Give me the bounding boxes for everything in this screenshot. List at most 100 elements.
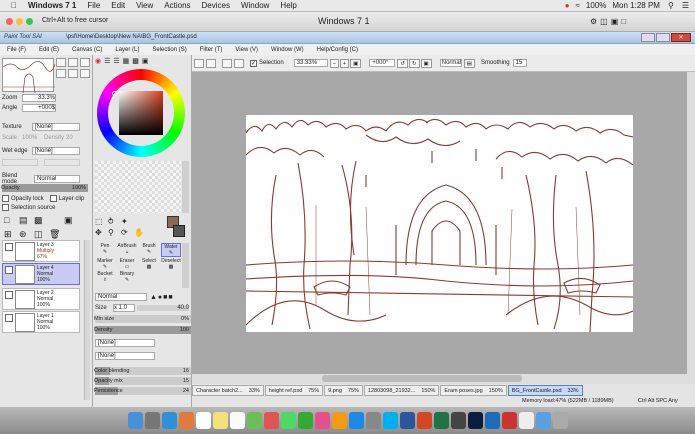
- layer-clip-checkbox[interactable]: [49, 195, 57, 202]
- skype-icon[interactable]: [382, 412, 398, 429]
- reminders-icon[interactable]: [229, 412, 245, 429]
- menu-file[interactable]: File: [87, 1, 100, 10]
- brush-airbrush[interactable]: AirBrush ▵: [117, 243, 137, 257]
- tab-eram-poses[interactable]: Eram poses.jpg 150%: [440, 385, 507, 396]
- new-folder-icon[interactable]: ▩: [34, 215, 46, 226]
- mode-select[interactable]: Normal: [439, 59, 462, 67]
- saturation-value-square[interactable]: [119, 91, 163, 135]
- layer-row[interactable]: Layer 3 Multiply 67%: [2, 240, 80, 262]
- rgb-slider-icon[interactable]: ☰: [104, 57, 110, 65]
- app-menu-title[interactable]: Windows 7 1: [28, 1, 76, 10]
- visibility-toggle[interactable]: [5, 266, 13, 274]
- window-minimize-button[interactable]: [641, 33, 655, 42]
- new-layer-icon[interactable]: □: [4, 215, 16, 226]
- rotation-field[interactable]: +000°: [369, 59, 396, 67]
- wifi-icon[interactable]: ≈: [576, 1, 580, 10]
- tab-9-png[interactable]: 9.png 75%: [324, 385, 363, 396]
- sai-menu-selection[interactable]: Selection (S): [152, 47, 186, 53]
- appstore-icon[interactable]: [348, 412, 364, 429]
- preferences-icon[interactable]: [365, 412, 381, 429]
- sai-menu-file[interactable]: File (F): [7, 47, 26, 53]
- downloads-icon[interactable]: [535, 412, 551, 429]
- layer-opacity-slider[interactable]: Opacity 100%: [1, 184, 88, 192]
- rotate-left-button[interactable]: ↺: [397, 58, 408, 68]
- selection-source-checkbox[interactable]: [2, 204, 9, 211]
- zoom-reset-button[interactable]: ▣: [350, 58, 362, 68]
- record-icon[interactable]: ●: [565, 1, 570, 10]
- lasso-icon[interactable]: ⥁: [108, 217, 119, 226]
- canvas-paper[interactable]: [246, 115, 633, 332]
- word-icon[interactable]: [399, 412, 415, 429]
- close-dot[interactable]: [6, 18, 13, 25]
- brush-select[interactable]: Select ▩: [139, 258, 159, 270]
- zoom-field[interactable]: 33.33%: [293, 59, 328, 67]
- excel-icon[interactable]: [433, 412, 449, 429]
- merge-down-icon[interactable]: ⊛: [19, 229, 31, 240]
- brush-shape-icons[interactable]: ▲●■■: [150, 294, 174, 301]
- tab-height-ref[interactable]: height ref.psd 75%: [264, 385, 324, 396]
- menu-edit[interactable]: Edit: [111, 1, 125, 10]
- opacity-lock-checkbox[interactable]: [2, 195, 9, 202]
- layer-row[interactable]: Layer 2 Normal 100%: [2, 288, 80, 310]
- clear-layer-icon[interactable]: ◫: [34, 229, 46, 240]
- min-size-slider[interactable]: Min size 0%: [94, 315, 191, 323]
- vertical-scrollbar[interactable]: [687, 72, 695, 374]
- brush-texture-select[interactable]: [None]: [95, 352, 155, 360]
- trash-icon[interactable]: 🗑: [49, 229, 61, 240]
- new-linework-layer-icon[interactable]: ▤: [19, 215, 31, 226]
- sai-menu-view[interactable]: View (V): [235, 47, 258, 53]
- brush-grid-scrollbar[interactable]: [182, 243, 189, 288]
- nav-zoom-out-button[interactable]: [68, 58, 78, 67]
- invert-selection-button[interactable]: [234, 58, 244, 68]
- layer-scrollbar[interactable]: [84, 240, 90, 400]
- canvas-area[interactable]: [192, 72, 695, 374]
- layer-mask-icon[interactable]: ▣: [64, 215, 76, 226]
- launchpad-icon[interactable]: [144, 412, 160, 429]
- horizontal-scrollbar[interactable]: [192, 374, 695, 384]
- menu-window[interactable]: Window: [241, 1, 269, 10]
- document-icon[interactable]: [518, 412, 534, 429]
- photos-icon[interactable]: [178, 412, 194, 429]
- color-blending-slider[interactable]: Color blending 16: [94, 367, 191, 375]
- swatch-icon[interactable]: ▩: [132, 57, 139, 65]
- zoom-out-button[interactable]: −: [329, 58, 339, 68]
- maps-icon[interactable]: [246, 412, 262, 429]
- angle-value[interactable]: +000$: [22, 104, 56, 112]
- rotate-right-button[interactable]: ↻: [408, 58, 420, 68]
- layer-row-selected[interactable]: Layer 4 Normal 100%: [2, 263, 80, 285]
- messages-icon[interactable]: [280, 412, 296, 429]
- opacity-mix-slider[interactable]: Opacity mix 15: [94, 377, 191, 385]
- list-icon[interactable]: ☰: [682, 1, 689, 10]
- size-multiplier[interactable]: x 1.0: [113, 304, 135, 312]
- redo-button[interactable]: [206, 58, 216, 68]
- flip-button[interactable]: ▤: [463, 58, 475, 68]
- photoshop-icon[interactable]: [467, 412, 483, 429]
- safari-icon[interactable]: [161, 412, 177, 429]
- photos-app-icon[interactable]: [263, 412, 279, 429]
- rect-select-icon[interactable]: ⬚: [95, 217, 106, 226]
- visibility-toggle[interactable]: [5, 243, 13, 251]
- brush-water-selected[interactable]: Water ✎: [161, 243, 181, 257]
- sai-menu-window[interactable]: Window (W): [271, 47, 304, 53]
- zoom-in-button[interactable]: +: [339, 58, 350, 68]
- brush-deselect[interactable]: Deselect ▩: [161, 258, 181, 270]
- menu-help[interactable]: Help: [280, 1, 296, 10]
- trash-dock-icon[interactable]: [552, 412, 568, 429]
- size-value[interactable]: 40.0: [137, 305, 189, 311]
- color-wheel[interactable]: [97, 69, 185, 157]
- visibility-toggle[interactable]: [5, 314, 13, 322]
- window-restore-button[interactable]: [656, 33, 670, 42]
- tab-12803098[interactable]: 12803098_21932... 150%: [363, 385, 440, 396]
- transfer-down-icon[interactable]: ⊞: [4, 229, 16, 240]
- window-close-button[interactable]: ✕: [671, 33, 691, 42]
- hsv-slider-icon[interactable]: ☰: [113, 57, 119, 65]
- undo-button[interactable]: [194, 58, 204, 68]
- persistence-slider[interactable]: Persistence 24: [94, 387, 191, 395]
- search-icon[interactable]: ⚲: [668, 1, 674, 10]
- selection-checkbox[interactable]: ✓: [250, 59, 257, 67]
- windows-vm-icon[interactable]: [484, 412, 500, 429]
- minimize-dot[interactable]: [16, 18, 23, 25]
- zoom-dot[interactable]: [26, 18, 33, 25]
- secondary-color-swatch[interactable]: [173, 225, 185, 237]
- hue-marker[interactable]: [112, 91, 117, 96]
